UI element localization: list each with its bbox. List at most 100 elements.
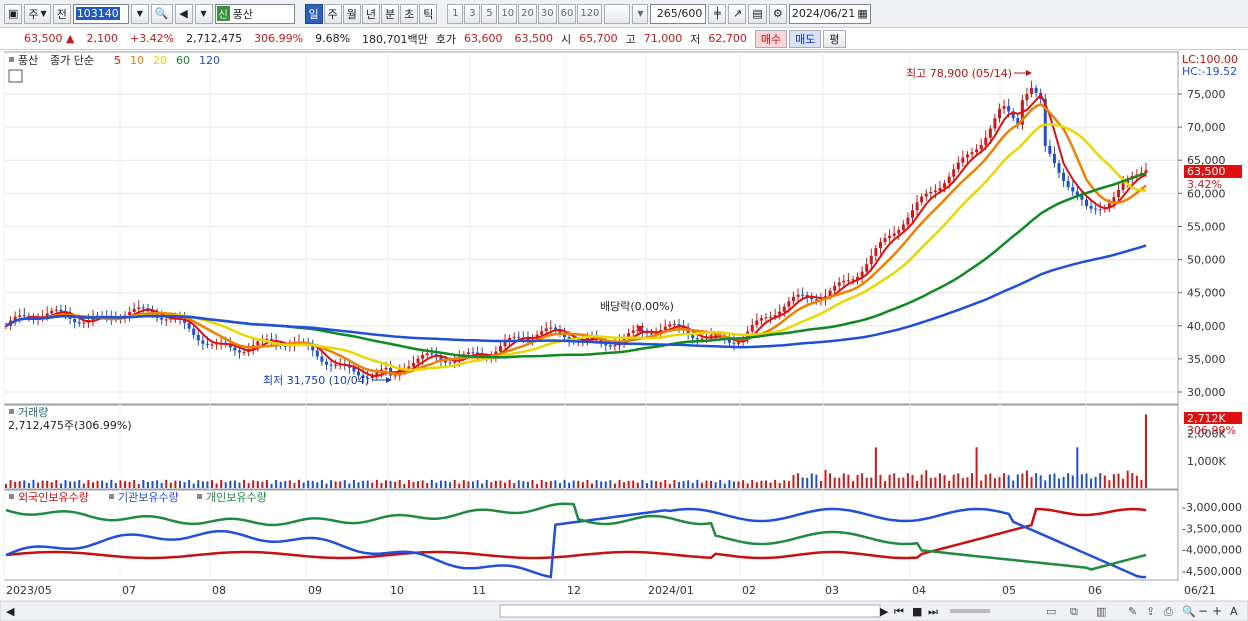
search-icon[interactable]: 🔍 xyxy=(150,3,173,24)
ma-legend-item[interactable]: 60 xyxy=(176,54,190,67)
volume-bar xyxy=(339,481,342,488)
volume-panel xyxy=(3,404,1179,490)
volume-bar xyxy=(696,479,699,488)
type-select[interactable]: 주 ▼ xyxy=(24,3,51,24)
interval-button[interactable]: 120 xyxy=(577,3,603,24)
candle-body xyxy=(915,202,919,211)
volume-bar xyxy=(563,479,566,488)
print-icon[interactable]: ⎙ xyxy=(1164,605,1173,618)
period-button[interactable]: 분 xyxy=(381,3,400,24)
interval-button[interactable]: 10 xyxy=(498,3,518,24)
ma-legend-item[interactable]: 20 xyxy=(153,54,167,67)
interval-button[interactable]: 1 xyxy=(447,3,464,24)
volume-bar xyxy=(343,480,346,488)
stock-code-input[interactable]: 103140 xyxy=(72,3,129,24)
period-button[interactable]: 주 xyxy=(323,3,342,24)
volume-bar xyxy=(403,483,406,488)
interval-button[interactable]: 30 xyxy=(537,3,557,24)
candle-body xyxy=(320,356,324,362)
volume-bar xyxy=(975,447,978,488)
interval-button[interactable]: 60 xyxy=(557,3,577,24)
volume-bar xyxy=(183,482,186,488)
zoom-slider[interactable] xyxy=(950,609,990,613)
count-input[interactable]: 265/600 xyxy=(650,3,707,24)
volume-bar xyxy=(124,481,127,488)
x-axis-label: 2023/05 xyxy=(6,584,52,597)
plus-icon[interactable]: + xyxy=(1212,604,1222,618)
stock-name: 풍산 xyxy=(232,7,253,21)
holding-panel xyxy=(3,489,1179,581)
minus-icon[interactable]: − xyxy=(1198,604,1208,618)
interval-button[interactable]: 3 xyxy=(464,3,481,24)
candle-body xyxy=(672,324,676,326)
sell-button[interactable]: 매도 xyxy=(789,29,822,48)
stop-icon[interactable]: ■ xyxy=(912,605,922,618)
layout-icon[interactable]: ▭ xyxy=(1046,605,1056,618)
price-change: 2,100 xyxy=(86,32,118,45)
buy-button[interactable]: 매수 xyxy=(754,29,788,48)
volume-title[interactable]: 거래량 xyxy=(18,406,48,419)
sound-dropdown-icon[interactable]: ▼ xyxy=(194,3,213,24)
candle-body xyxy=(549,327,553,329)
volume-bar xyxy=(1048,474,1051,488)
holding-legend-item[interactable]: 개인보유수량 xyxy=(206,491,267,504)
ma-legend-item[interactable]: 5 xyxy=(114,54,121,67)
date-input[interactable]: 2024/06/21 ▦ xyxy=(788,3,871,24)
volume-bar xyxy=(201,481,204,488)
export-icon[interactable]: ⇪ xyxy=(1146,605,1155,618)
zoom-icon[interactable]: 🔍 xyxy=(1182,604,1196,618)
period-button[interactable]: 틱 xyxy=(419,3,438,24)
holding-legend-item[interactable]: 외국인보유수량 xyxy=(18,491,89,504)
interval-dropdown-icon[interactable]: ▼ xyxy=(632,3,649,24)
period-button[interactable]: 년 xyxy=(361,3,381,24)
period-button[interactable]: 월 xyxy=(342,3,361,24)
grid-toggle-icon[interactable] xyxy=(8,69,23,83)
holding-legend-item[interactable]: 기관보유수량 xyxy=(118,491,179,504)
volume-bar xyxy=(1126,470,1129,488)
ma-legend-item[interactable]: 120 xyxy=(199,54,220,67)
font-size-icon[interactable]: A xyxy=(1230,605,1238,618)
interval-input[interactable] xyxy=(604,3,631,24)
go-last-icon[interactable]: ⏭ xyxy=(928,605,938,618)
stock-chart[interactable]: 75,00070,00065,00060,00055,00050,00045,0… xyxy=(0,50,1248,621)
calendar-icon[interactable]: ▦ xyxy=(857,7,867,20)
legend-ma-title[interactable]: 종가 단순 xyxy=(50,54,94,67)
scroll-left-icon[interactable]: ◀ xyxy=(6,605,15,618)
chart-type-icon[interactable]: ▥ xyxy=(1096,605,1106,618)
legend-stock-name[interactable]: 풍산 xyxy=(18,54,38,67)
volume-bar xyxy=(215,483,218,488)
draw-tool-icon[interactable]: ↗ xyxy=(728,3,747,24)
tool-icon[interactable]: ✎ xyxy=(1128,605,1137,618)
current-pct-tag: 3.42% xyxy=(1187,178,1222,191)
volume-bar xyxy=(765,480,767,488)
eval-button[interactable]: 평 xyxy=(823,29,846,48)
code-dropdown-icon[interactable]: ▼ xyxy=(130,3,149,24)
volume-bar xyxy=(618,479,621,488)
volume-bar xyxy=(385,480,387,488)
volume-bar xyxy=(787,481,790,488)
scroll-right-icon[interactable]: ▶ xyxy=(880,605,889,618)
x-axis-label: 06/21 xyxy=(1184,584,1216,597)
window-menu-icon[interactable]: ▣ xyxy=(4,3,23,24)
volume-bar xyxy=(737,481,740,488)
go-first-icon[interactable]: ⏮ xyxy=(894,605,904,618)
sound-icon[interactable]: ◀ xyxy=(174,3,193,24)
volume-bar xyxy=(348,483,351,488)
candle-body xyxy=(993,118,997,129)
candle-body xyxy=(695,338,699,340)
prev-button[interactable]: 전 xyxy=(52,3,71,24)
interval-button[interactable]: 20 xyxy=(518,3,537,24)
interval-button[interactable]: 5 xyxy=(481,3,498,24)
candle-body xyxy=(1048,145,1052,154)
holding-tick-label: -4,000,000 xyxy=(1182,544,1242,557)
period-button[interactable]: 초 xyxy=(400,3,419,24)
chart-area[interactable]: 75,000 70,000 65,000 60,000 55,000 50,000 45,0… xyxy=(0,50,1248,621)
scroll-thumb[interactable] xyxy=(499,604,881,618)
settings-icon[interactable]: ⚙ xyxy=(768,3,787,24)
stock-name-box[interactable]: 신 풍산 xyxy=(214,3,295,24)
save-icon[interactable]: ▤ xyxy=(748,3,767,24)
period-button[interactable]: 일 xyxy=(304,3,323,24)
ma-legend-item[interactable]: 10 xyxy=(130,54,144,67)
copy-icon[interactable]: ⧉ xyxy=(1070,605,1078,618)
candle-type-icon[interactable]: ╪ xyxy=(708,3,727,24)
